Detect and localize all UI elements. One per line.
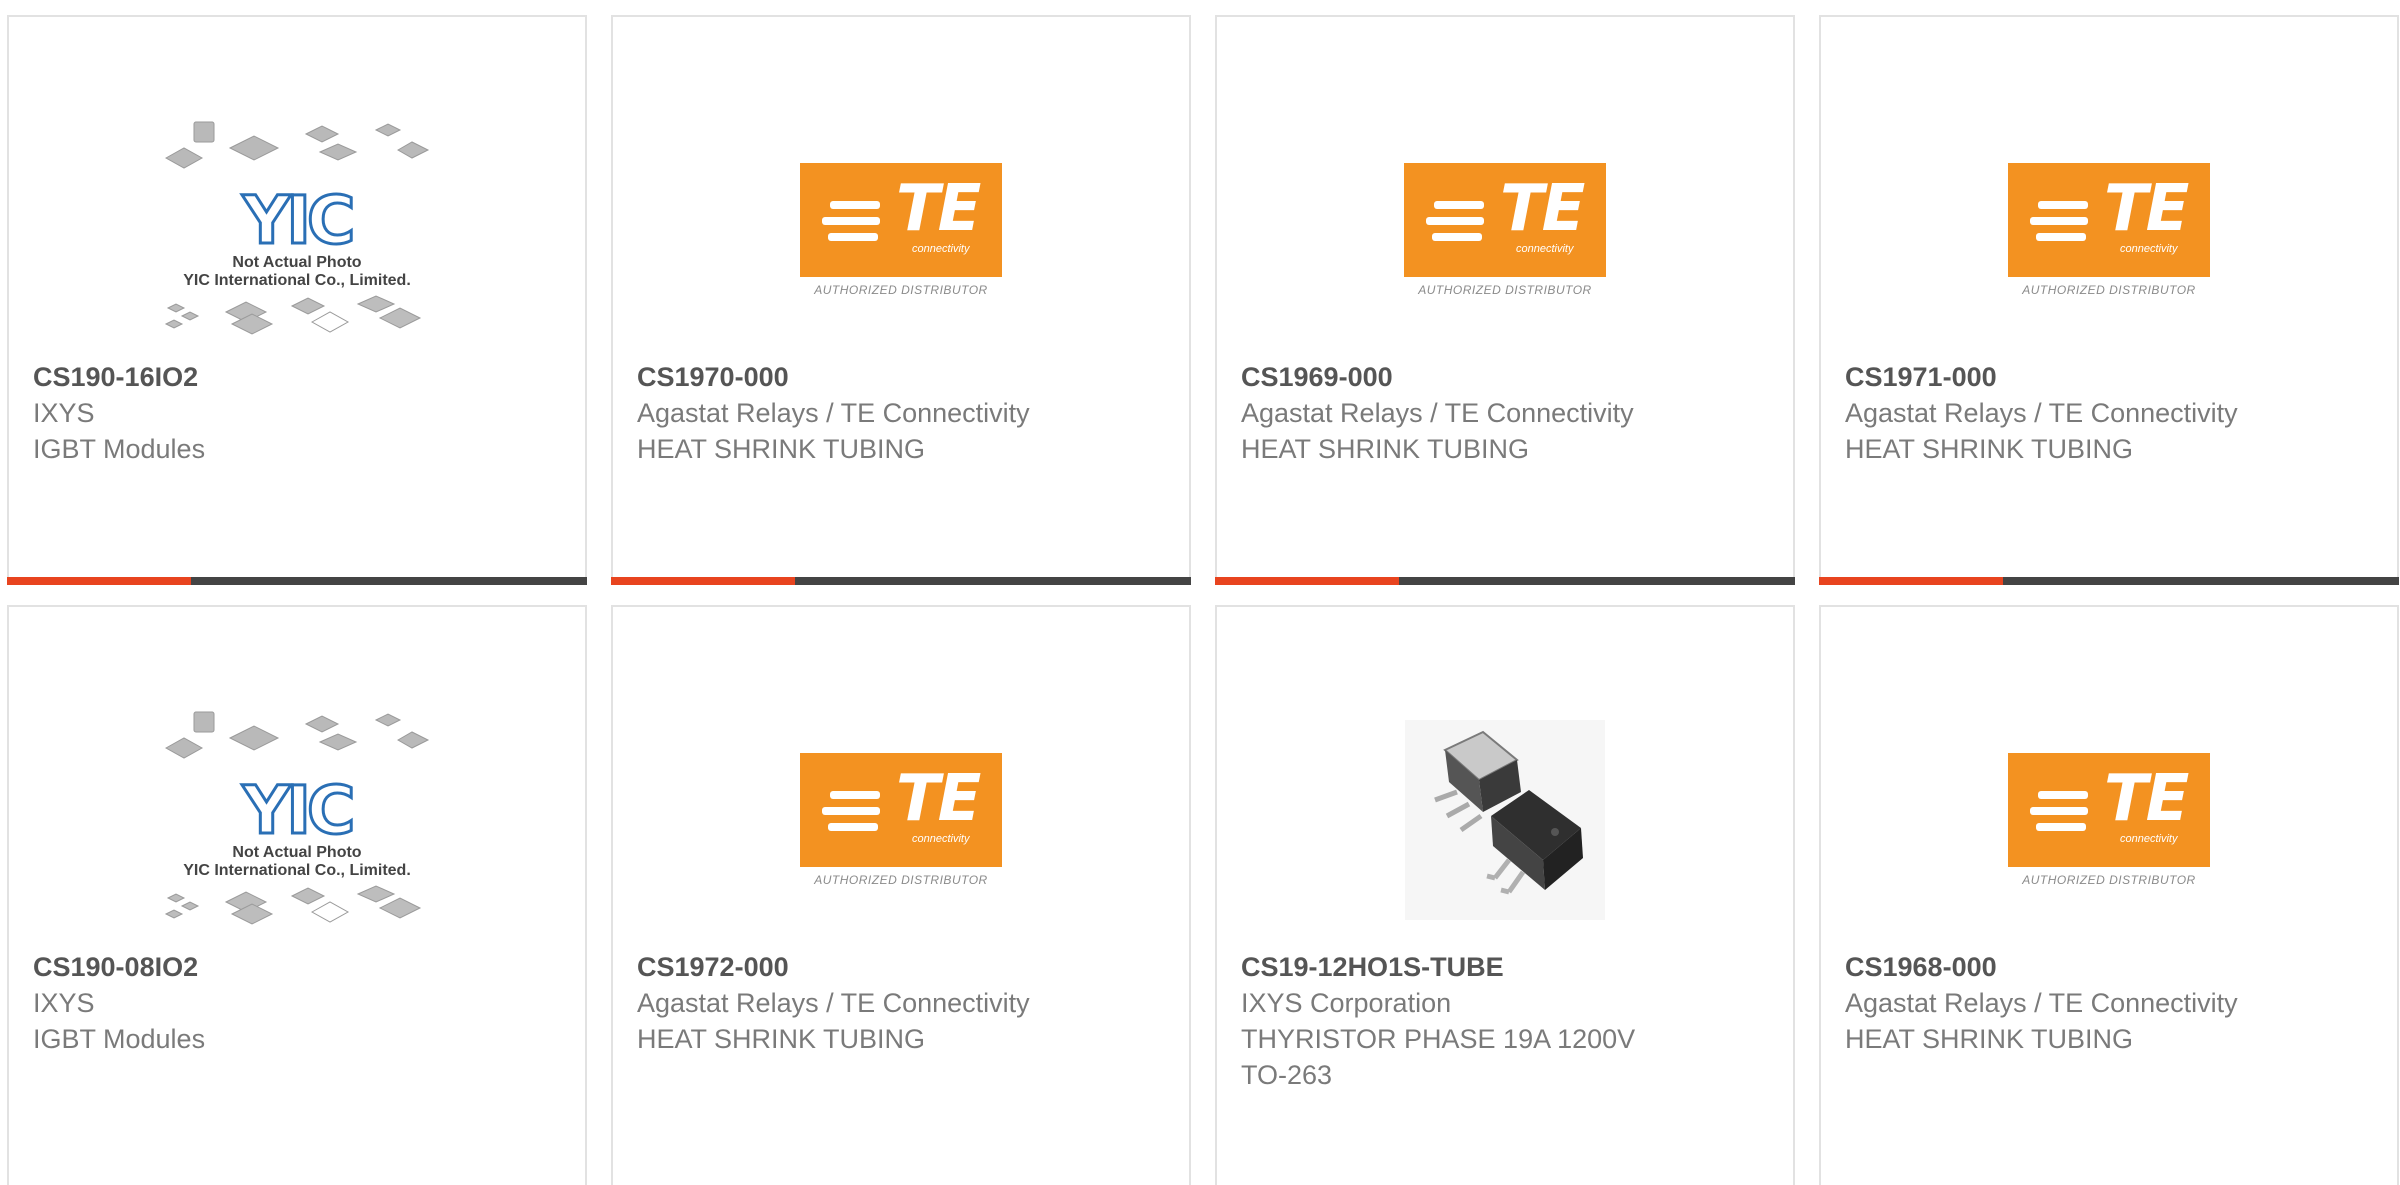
yic-logo: YIC bbox=[241, 772, 357, 849]
part-number-link[interactable]: CS1970-000 bbox=[637, 359, 1165, 395]
yic-placeholder-image: YIC Not Actual Photo YIC International C… bbox=[162, 710, 432, 930]
description: HEAT SHRINK TUBING bbox=[637, 1024, 926, 1054]
product-card[interactable]: YIC Not Actual Photo YIC International C… bbox=[7, 15, 587, 585]
chip-packages-icon bbox=[164, 121, 430, 169]
te-logo: TE connectivity AUTHORIZED DISTRIBUTOR bbox=[2008, 753, 2210, 887]
manufacturer: Agastat Relays / TE Connectivity bbox=[637, 398, 1030, 428]
chip-packages-icon bbox=[164, 295, 422, 335]
te-logo: TE connectivity AUTHORIZED DISTRIBUTOR bbox=[800, 753, 1002, 887]
authorized-distributor-label: AUTHORIZED DISTRIBUTOR bbox=[814, 283, 988, 297]
product-image[interactable]: TE connectivity AUTHORIZED DISTRIBUTOR bbox=[1370, 95, 1640, 365]
product-grid: YIC Not Actual Photo YIC International C… bbox=[0, 0, 2400, 1185]
te-connectivity-logo-icon: TE connectivity bbox=[2008, 163, 2210, 277]
part-number-link[interactable]: CS1972-000 bbox=[637, 949, 1165, 985]
chip-packages-icon bbox=[164, 885, 422, 925]
yic-logo: YIC bbox=[241, 182, 357, 259]
manufacturer: IXYS bbox=[33, 398, 95, 428]
te-connectivity-logo-icon: TE connectivity bbox=[800, 753, 1002, 867]
manufacturer: Agastat Relays / TE Connectivity bbox=[1845, 988, 2238, 1018]
product-image[interactable]: TE connectivity AUTHORIZED DISTRIBUTOR bbox=[1974, 95, 2244, 365]
product-image[interactable]: TE connectivity AUTHORIZED DISTRIBUTOR bbox=[766, 685, 1036, 955]
product-card[interactable]: YIC Not Actual Photo YIC International C… bbox=[7, 605, 587, 1185]
part-number-link[interactable]: CS19-12HO1S-TUBE bbox=[1241, 949, 1769, 985]
authorized-distributor-label: AUTHORIZED DISTRIBUTOR bbox=[2022, 873, 2196, 887]
te-connectivity-logo-icon: TE connectivity bbox=[800, 163, 1002, 277]
part-number-link[interactable]: CS190-08IO2 bbox=[33, 949, 561, 985]
manufacturer: Agastat Relays / TE Connectivity bbox=[1241, 398, 1634, 428]
part-number-link[interactable]: CS1971-000 bbox=[1845, 359, 2373, 395]
product-info: CS1969-000 Agastat Relays / TE Connectiv… bbox=[1241, 359, 1769, 467]
manufacturer: Agastat Relays / TE Connectivity bbox=[1845, 398, 2238, 428]
product-info: CS1971-000 Agastat Relays / TE Connectiv… bbox=[1845, 359, 2373, 467]
description: IGBT Modules bbox=[33, 434, 206, 464]
yic-placeholder-image: YIC Not Actual Photo YIC International C… bbox=[162, 120, 432, 340]
product-card[interactable]: TE connectivity AUTHORIZED DISTRIBUTOR C… bbox=[1215, 15, 1795, 585]
manufacturer: IXYS Corporation bbox=[1241, 988, 1452, 1018]
accent-bar bbox=[1819, 577, 2003, 585]
product-info: CS190-16IO2 IXYS IGBT Modules bbox=[33, 359, 561, 467]
product-info: CS1968-000 Agastat Relays / TE Connectiv… bbox=[1845, 949, 2373, 1057]
manufacturer: Agastat Relays / TE Connectivity bbox=[637, 988, 1030, 1018]
accent-bar bbox=[1215, 577, 1399, 585]
product-image[interactable] bbox=[1370, 685, 1640, 955]
to263-package-icon bbox=[1405, 720, 1605, 920]
description: HEAT SHRINK TUBING bbox=[1845, 1024, 2134, 1054]
te-logo: TE connectivity AUTHORIZED DISTRIBUTOR bbox=[1404, 163, 1606, 297]
description: IGBT Modules bbox=[33, 1024, 206, 1054]
product-image[interactable]: YIC Not Actual Photo YIC International C… bbox=[162, 685, 432, 955]
te-connectivity-logo-icon: TE connectivity bbox=[2008, 753, 2210, 867]
chip-packages-icon bbox=[164, 711, 430, 759]
part-number-link[interactable]: CS1968-000 bbox=[1845, 949, 2373, 985]
authorized-distributor-label: AUTHORIZED DISTRIBUTOR bbox=[2022, 283, 2196, 297]
product-image[interactable]: TE connectivity AUTHORIZED DISTRIBUTOR bbox=[1974, 685, 2244, 955]
image-note: Not Actual Photo YIC International Co., … bbox=[183, 254, 411, 289]
description-continued: TO-263 bbox=[1241, 1060, 1333, 1090]
description: HEAT SHRINK TUBING bbox=[1845, 434, 2134, 464]
accent-bar bbox=[7, 577, 191, 585]
part-number-link[interactable]: CS190-16IO2 bbox=[33, 359, 561, 395]
te-connectivity-logo-icon: TE connectivity bbox=[1404, 163, 1606, 277]
product-info: CS190-08IO2 IXYS IGBT Modules bbox=[33, 949, 561, 1057]
authorized-distributor-label: AUTHORIZED DISTRIBUTOR bbox=[1418, 283, 1592, 297]
product-card[interactable]: TE connectivity AUTHORIZED DISTRIBUTOR C… bbox=[1819, 605, 2399, 1185]
product-card[interactable]: TE connectivity AUTHORIZED DISTRIBUTOR C… bbox=[1819, 15, 2399, 585]
product-info: CS1970-000 Agastat Relays / TE Connectiv… bbox=[637, 359, 1165, 467]
card-bottom-bar bbox=[1215, 577, 1795, 585]
part-number-link[interactable]: CS1969-000 bbox=[1241, 359, 1769, 395]
product-card[interactable]: CS19-12HO1S-TUBE IXYS Corporation THYRIS… bbox=[1215, 605, 1795, 1185]
accent-bar bbox=[611, 577, 795, 585]
card-bottom-bar bbox=[7, 577, 587, 585]
product-card[interactable]: TE connectivity AUTHORIZED DISTRIBUTOR C… bbox=[611, 15, 1191, 585]
product-image[interactable]: YIC Not Actual Photo YIC International C… bbox=[162, 95, 432, 365]
description: HEAT SHRINK TUBING bbox=[1241, 434, 1530, 464]
product-info: CS1972-000 Agastat Relays / TE Connectiv… bbox=[637, 949, 1165, 1057]
description: HEAT SHRINK TUBING bbox=[637, 434, 926, 464]
card-bottom-bar bbox=[1819, 577, 2399, 585]
product-card[interactable]: TE connectivity AUTHORIZED DISTRIBUTOR C… bbox=[611, 605, 1191, 1185]
product-image[interactable]: TE connectivity AUTHORIZED DISTRIBUTOR bbox=[766, 95, 1036, 365]
card-bottom-bar bbox=[611, 577, 1191, 585]
product-info: CS19-12HO1S-TUBE IXYS Corporation THYRIS… bbox=[1241, 949, 1769, 1093]
te-logo: TE connectivity AUTHORIZED DISTRIBUTOR bbox=[800, 163, 1002, 297]
te-logo: TE connectivity AUTHORIZED DISTRIBUTOR bbox=[2008, 163, 2210, 297]
manufacturer: IXYS bbox=[33, 988, 95, 1018]
image-note: Not Actual Photo YIC International Co., … bbox=[183, 844, 411, 879]
authorized-distributor-label: AUTHORIZED DISTRIBUTOR bbox=[814, 873, 988, 887]
description: THYRISTOR PHASE 19A 1200V bbox=[1241, 1024, 1636, 1054]
